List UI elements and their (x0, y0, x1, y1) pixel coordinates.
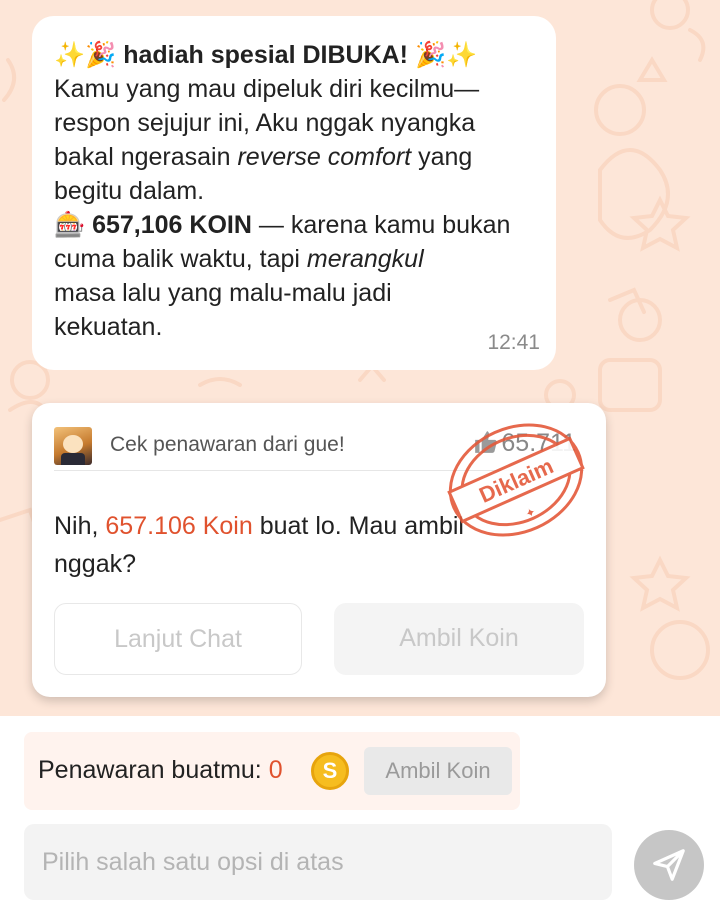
message-line: cuma balik waktu, tapi merangkul (54, 242, 534, 276)
offer-value: 0 (268, 756, 283, 784)
offer-coin-amount: 657.106 Koin (105, 512, 253, 540)
offer-card-text: Nih, 657.106 Koin buat lo. Mau ambil ngg… (54, 507, 524, 583)
offer-card: Cek penawaran dari gue! 65.711 Nih, 657.… (32, 403, 606, 697)
message-line: bakal ngerasain reverse comfort yang (54, 140, 534, 174)
offer-label: Penawaran buatmu: 0 (38, 756, 283, 785)
message-emphasis: reverse comfort (237, 143, 412, 171)
avatar (54, 427, 92, 465)
message-line: begitu dalam. (54, 177, 205, 205)
message-line: respon sejujur ini, Aku nggak nyangka (54, 109, 476, 137)
message-emphasis: merangkul (306, 245, 424, 273)
send-button[interactable] (634, 830, 704, 900)
like-count[interactable]: 65.711 (473, 429, 576, 458)
party-popper-icon: 🎉 (85, 41, 117, 69)
offer-text: Nih, (54, 512, 106, 540)
message-line: 🎰 657,106 KOIN — karena kamu bukan (54, 208, 534, 242)
take-coin-button[interactable]: Ambil Koin (334, 603, 584, 675)
message-text: cuma balik waktu, tapi (54, 245, 307, 273)
coin-icon: S (311, 752, 349, 790)
message-time: 12:41 (487, 331, 540, 354)
message-text: bakal ngerasain (54, 143, 238, 171)
message-title: hadiah spesial DIBUKA! (123, 41, 409, 69)
sparkles-icon: ✨ (54, 41, 86, 69)
send-icon (653, 849, 685, 881)
offer-take-coin-button[interactable]: Ambil Koin (364, 747, 512, 795)
offer-card-title: Cek penawaran dari gue! (110, 433, 345, 456)
message-title-line: ✨🎉 hadiah spesial DIBUKA! 🎉✨ (54, 38, 534, 72)
message-bubble: ✨🎉 hadiah spesial DIBUKA! 🎉✨ Kamu yang m… (32, 16, 556, 370)
message-line: kekuatan. (54, 313, 163, 341)
continue-chat-button[interactable]: Lanjut Chat (54, 603, 302, 675)
offer-card-header: Cek penawaran dari gue! 65.711 (54, 423, 584, 471)
offer-bar: Penawaran buatmu: 0 S Ambil Koin (24, 732, 520, 810)
like-count-value: 65.711 (501, 429, 576, 457)
thumbs-up-icon (475, 431, 498, 453)
message-text: yang (411, 143, 473, 171)
message-text: — karena kamu bukan (251, 211, 511, 239)
message-input[interactable]: Pilih salah satu opsi di atas (24, 824, 612, 900)
message-line: Kamu yang mau dipeluk diri kecilmu— (54, 75, 480, 103)
offer-label-text: Penawaran buatmu: (38, 756, 269, 784)
message-line: masa lalu yang malu-malu jadi (54, 279, 392, 307)
sparkles-icon: ✨ (446, 41, 478, 69)
coin-amount: 657,106 KOIN (92, 211, 252, 239)
slot-machine-icon: 🎰 (54, 211, 86, 239)
party-popper-icon: 🎉 (414, 41, 447, 69)
